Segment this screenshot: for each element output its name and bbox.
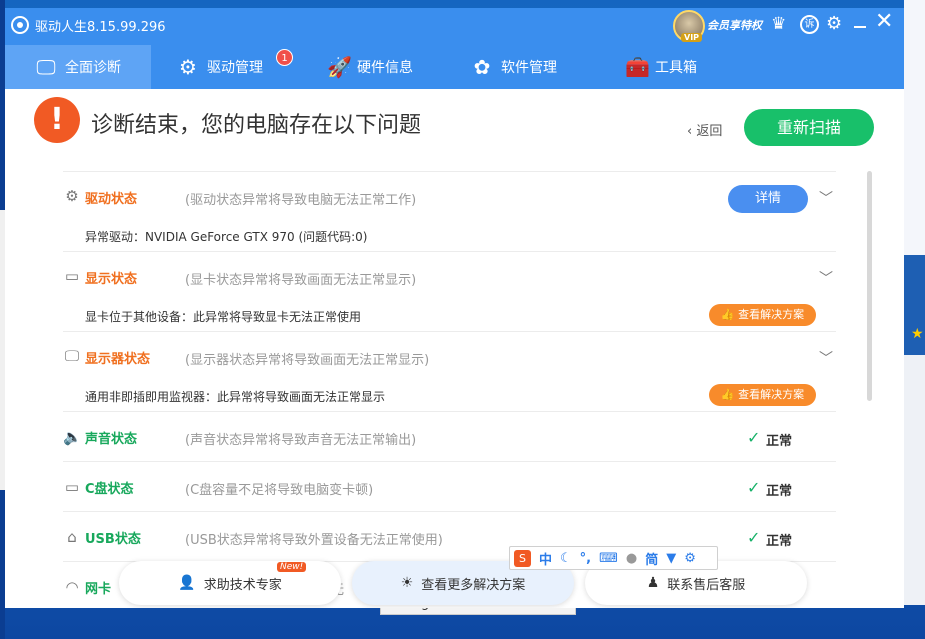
tab-label: 驱动管理	[207, 60, 263, 76]
settings-icon[interactable]: ⚙	[684, 551, 696, 566]
row-description: (声音状态异常将导致声音无法正常输出)	[185, 433, 417, 448]
check-icon: ✓	[747, 478, 761, 497]
row-detail-text: 异常驱动：NVIDIA GeForce GTX 970 (问题代码:0)	[85, 230, 368, 244]
apps-icon: ✿	[473, 55, 491, 79]
app-window: 驱动人生8.15.99.296 VIP 会员享特权 ♛ 诉 ⚙ ✕ 🖵 全面诊断…	[5, 8, 904, 608]
sogou-logo-icon[interactable]: S	[514, 549, 531, 567]
tab-full-diagnosis[interactable]: 🖵 全面诊断	[5, 45, 151, 89]
content-area: ! 诊断结束，您的电脑存在以下问题 ‹ 返回 重新扫描 ⚙ 驱动状态 (驱动状态…	[5, 89, 904, 608]
view-solution-button[interactable]: 👍 查看解决方案	[709, 384, 816, 406]
rescan-button[interactable]: 重新扫描	[744, 109, 874, 146]
user-icon[interactable]: ●	[626, 551, 637, 566]
tab-toolbox[interactable]: 🧰 工具箱	[625, 45, 755, 89]
desktop-right-window-lower	[904, 355, 925, 605]
gear-icon[interactable]: ⚙	[826, 13, 842, 34]
page-title: 诊断结束，您的电脑存在以下问题	[91, 113, 422, 138]
view-solution-button[interactable]: 👍 查看解决方案	[709, 304, 816, 326]
row-description: (C盘容量不足将导致电脑变卡顿)	[185, 483, 374, 498]
list-item: ⌂ USB状态 (USB状态异常将导致外置设备无法正常使用) ✓ 正常	[63, 511, 836, 561]
bottom-action-bar: 👤 求助技术专家 New! ☀ 查看更多解决方案 ♟ 联系售后客服	[5, 555, 904, 608]
app-title: 驱动人生8.15.99.296	[35, 20, 166, 35]
disk-icon: ▭	[64, 478, 80, 496]
keyboard-icon[interactable]: ⌨	[599, 551, 618, 566]
row-detail-text: 通用非即插即用监视器：此异常将导致画面无法正常显示	[85, 390, 386, 404]
status-text: 正常	[766, 534, 793, 549]
gear-icon: ⚙	[179, 55, 197, 79]
check-icon: ✓	[747, 428, 761, 447]
tab-label: 软件管理	[501, 60, 557, 76]
row-description: (显卡状态异常将导致画面无法正常显示)	[185, 273, 417, 288]
row-description: (驱动状态异常将导致电脑无法正常工作)	[185, 193, 417, 208]
chevron-down-icon[interactable]: ﹀	[819, 188, 833, 208]
toolbox-icon: 🧰	[625, 55, 650, 79]
row-title: 显示器状态	[85, 352, 151, 367]
gear-icon: ⚙	[65, 187, 79, 205]
tab-software-management[interactable]: ✿ 软件管理	[471, 45, 601, 89]
vip-badge: VIP	[681, 33, 703, 42]
speaker-icon: 🔈	[63, 428, 82, 446]
list-item: ⚙ 驱动状态 (驱动状态异常将导致电脑无法正常工作) 详情 ﹀ 异常驱动：NVI…	[63, 171, 836, 251]
back-label: 返回	[696, 124, 723, 139]
monitor-icon: 🖵	[64, 347, 80, 365]
monitor-pulse-icon: 🖵	[36, 55, 56, 79]
expert-help-label: 求助技术专家	[203, 577, 282, 593]
check-icon: ✓	[747, 528, 761, 547]
new-badge: New!	[277, 562, 307, 572]
desktop-right-window	[904, 0, 925, 255]
row-title: C盘状态	[85, 482, 134, 497]
tab-label: 硬件信息	[357, 60, 413, 76]
tab-label: 全面诊断	[65, 60, 121, 76]
moon-icon[interactable]: ☾	[560, 551, 572, 566]
row-title: 驱动状态	[85, 192, 138, 207]
expert-help-button[interactable]: 👤 求助技术专家	[119, 561, 341, 605]
status-text: 正常	[766, 484, 793, 499]
person-icon: 👤	[178, 575, 196, 591]
graphics-card-icon: ▭	[64, 267, 80, 285]
list-item: 🖵 显示器状态 (显示器状态异常将导致画面无法正常显示) ﹀ 通用非即插即用监视…	[63, 331, 836, 411]
chevron-down-icon[interactable]: ﹀	[819, 268, 833, 288]
solution-label: 查看解决方案	[738, 308, 805, 321]
row-detail-text: 显卡位于其他设备：此异常将导致显卡无法正常使用	[85, 310, 362, 324]
customer-service-label: 联系售后客服	[667, 577, 746, 593]
tab-hardware-info[interactable]: 🚀 硬件信息	[327, 45, 457, 89]
chevron-down-icon[interactable]: ﹀	[819, 348, 833, 368]
rocket-icon: 🚀	[327, 55, 352, 79]
app-logo-icon	[11, 16, 29, 34]
more-solutions-label: 查看更多解决方案	[421, 577, 526, 593]
feedback-icon[interactable]: 诉	[800, 15, 819, 34]
close-icon[interactable]: ✕	[875, 9, 893, 34]
list-item: ▭ 显示状态 (显卡状态异常将导致画面无法正常显示) ﹀ 显卡位于其他设备：此异…	[63, 251, 836, 331]
ime-chinese-mode[interactable]: 中	[539, 549, 552, 568]
solution-label: 查看解决方案	[738, 388, 805, 401]
row-description: (显示器状态异常将导致画面无法正常显示)	[185, 353, 430, 368]
skin-icon[interactable]: ▼	[666, 551, 676, 566]
row-description: (USB状态异常将导致外置设备无法正常使用)	[185, 533, 443, 548]
star-icon: ★	[911, 326, 924, 342]
penguin-icon: ♟	[646, 575, 660, 591]
minimize-icon[interactable]	[854, 16, 866, 28]
usb-icon: ⌂	[67, 528, 77, 546]
lightbulb-icon: ☀	[400, 575, 414, 591]
row-title: 声音状态	[85, 432, 138, 447]
list-item: 🔈 声音状态 (声音状态异常将导致声音无法正常输出) ✓ 正常	[63, 411, 836, 461]
row-title: 显示状态	[85, 272, 138, 287]
main-nav: 🖵 全面诊断 ⚙ 驱动管理 1 🚀 硬件信息 ✿ 软件管理 🧰 工具箱	[5, 45, 904, 89]
crown-icon[interactable]: ♛	[771, 14, 786, 34]
list-item: ▭ C盘状态 (C盘容量不足将导致电脑变卡顿) ✓ 正常	[63, 461, 836, 511]
vip-privilege-link[interactable]: 会员享特权	[707, 17, 762, 33]
notification-badge: 1	[276, 49, 293, 66]
scrollbar[interactable]	[867, 171, 872, 401]
punctuation-icon[interactable]: °,	[580, 551, 591, 566]
status-text: 正常	[766, 434, 793, 449]
tab-label: 工具箱	[655, 60, 697, 76]
row-title: USB状态	[85, 532, 141, 547]
warning-icon: !	[34, 97, 80, 143]
ime-toolbar: S 中 ☾ °, ⌨ ● 简 ▼ ⚙	[509, 546, 718, 570]
back-link[interactable]: ‹ 返回	[687, 120, 722, 139]
details-button[interactable]: 详情	[728, 185, 808, 213]
title-bar: 驱动人生8.15.99.296 VIP 会员享特权 ♛ 诉 ⚙ ✕	[5, 8, 904, 45]
ime-simplified-mode[interactable]: 简	[645, 549, 658, 568]
